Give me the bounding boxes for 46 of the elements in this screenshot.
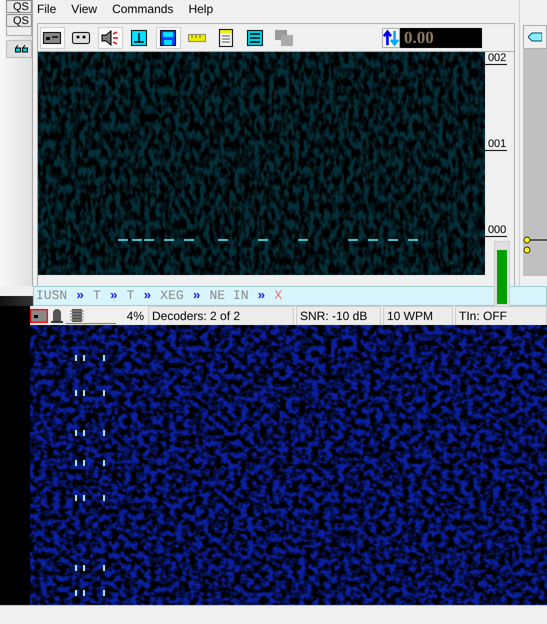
- tab[interactable]: [6, 40, 32, 58]
- glasses-icon: [14, 45, 29, 53]
- pages-icon: [275, 30, 294, 46]
- toolbar-button[interactable]: [98, 26, 123, 48]
- list-item[interactable]: QS: [6, 0, 32, 13]
- decoded-word: XEG: [160, 287, 184, 306]
- notepad-icon: [219, 28, 234, 46]
- cpu-usage: 4%: [126, 308, 145, 324]
- save-icon: [160, 30, 176, 46]
- separator-glyph: »: [110, 287, 118, 306]
- marker-drawing: [523, 236, 547, 254]
- menu-item[interactable]: View: [71, 0, 98, 18]
- decoded-word: T: [126, 287, 134, 306]
- decoded-word: NE IN: [210, 287, 249, 306]
- snr-status: SNR: -10 dB: [296, 306, 381, 326]
- radio-icon: [30, 308, 48, 322]
- radio-icon: [43, 32, 62, 44]
- speaker-icon: [101, 30, 120, 46]
- list-item[interactable]: QS: [6, 14, 32, 27]
- menu-item[interactable]: File: [36, 0, 56, 18]
- frequency-readout: 0.00: [400, 28, 482, 48]
- menu-item[interactable]: Help: [188, 0, 214, 18]
- ruler-icon: [188, 34, 206, 42]
- decoded-word: T: [93, 287, 101, 306]
- cassette-icon: [72, 32, 90, 44]
- tuning-icon: [131, 30, 148, 46]
- decoded-word: IUSN: [36, 287, 68, 306]
- toolbar-button[interactable]: [40, 26, 65, 48]
- decoders-status: Decoders: 2 of 2: [148, 306, 294, 326]
- tag-icon: [528, 32, 542, 42]
- tin-status: TIn: OFF: [455, 306, 547, 326]
- separator-glyph: »: [143, 287, 152, 306]
- scale-label: 001: [484, 138, 507, 151]
- scale-label: 002: [484, 52, 507, 65]
- decoded-word: X: [274, 287, 282, 306]
- menu-item[interactable]: Commands: [112, 0, 174, 18]
- scale-label: 000: [484, 224, 507, 237]
- bell-icon: [50, 308, 64, 322]
- separator-glyph: »: [76, 287, 84, 306]
- list-icon: [247, 30, 264, 46]
- swap-arrows-icon: [382, 28, 400, 48]
- speed-status: 10 WPM: [383, 306, 453, 326]
- separator-glyph: »: [192, 287, 200, 306]
- separator-glyph: »: [258, 287, 266, 306]
- toolbar-button[interactable]: [156, 26, 181, 48]
- chip-icon: [66, 308, 116, 324]
